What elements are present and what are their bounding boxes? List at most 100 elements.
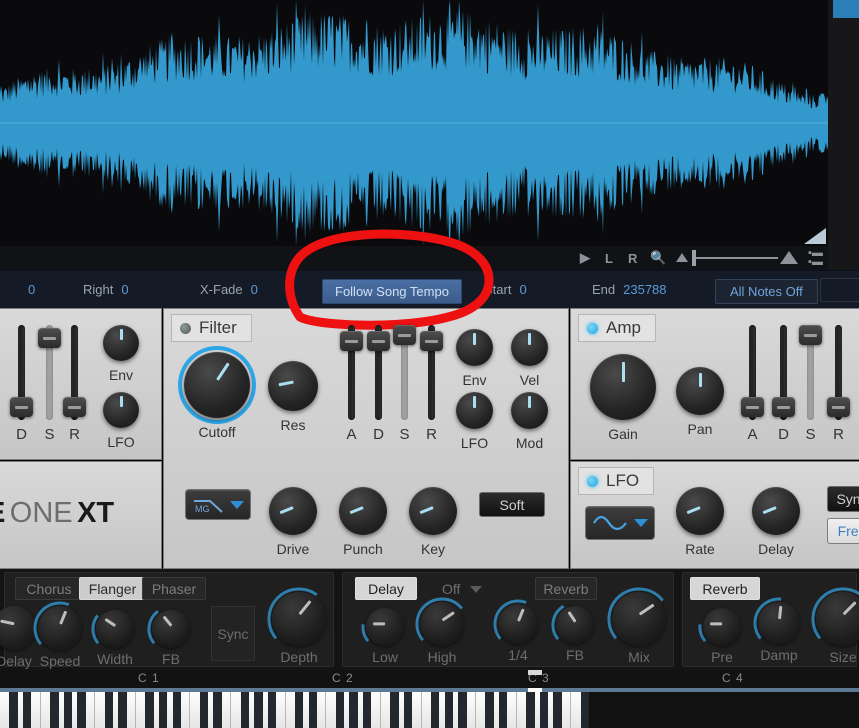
- play-icon[interactable]: ▶: [580, 250, 590, 266]
- delay-title[interactable]: Delay: [355, 577, 417, 600]
- black-key[interactable]: [267, 692, 277, 728]
- lfo-free-button[interactable]: Free: [827, 518, 859, 544]
- key-knob[interactable]: [409, 487, 457, 535]
- s-slider-handle[interactable]: [799, 325, 822, 345]
- magnifier-icon[interactable]: 🔍: [650, 250, 666, 266]
- zoom-slider-track[interactable]: [694, 257, 778, 259]
- black-key[interactable]: [390, 692, 399, 728]
- black-key[interactable]: [444, 692, 454, 728]
- phaser-tab[interactable]: Phaser: [142, 577, 206, 600]
- all-notes-off-button[interactable]: All Notes Off: [715, 279, 818, 304]
- black-key[interactable]: [526, 692, 535, 728]
- vel-knob[interactable]: [511, 329, 548, 366]
- black-key[interactable]: [22, 692, 32, 728]
- black-key[interactable]: [9, 692, 18, 728]
- waveform-fade-handle[interactable]: [804, 228, 826, 244]
- black-key[interactable]: [335, 692, 345, 728]
- black-key[interactable]: [553, 692, 562, 728]
- black-key[interactable]: [118, 692, 127, 728]
- delay-sync-mode-selector[interactable]: Off: [442, 581, 483, 597]
- modulation-sync-button[interactable]: Sync: [211, 606, 255, 661]
- r-slider-handle[interactable]: [827, 397, 850, 417]
- black-key[interactable]: [213, 692, 222, 728]
- chorus-tab[interactable]: Chorus: [15, 577, 83, 600]
- a-slider-handle[interactable]: [340, 331, 363, 351]
- 1-4-knob[interactable]: [498, 604, 538, 644]
- d-slider-handle[interactable]: [367, 331, 390, 351]
- damp-knob[interactable]: [758, 602, 800, 644]
- low-knob[interactable]: [366, 608, 404, 646]
- end-value[interactable]: 235788: [623, 282, 666, 297]
- black-key[interactable]: [539, 692, 549, 728]
- grid-icon[interactable]: ▪▬ ▪▬: [808, 248, 823, 268]
- black-key[interactable]: [294, 692, 304, 728]
- s-slider-handle[interactable]: [393, 325, 416, 345]
- width-knob[interactable]: [96, 610, 134, 648]
- start-value[interactable]: 0: [519, 282, 526, 297]
- black-key[interactable]: [145, 692, 154, 728]
- soft-button[interactable]: Soft: [479, 492, 545, 517]
- black-key[interactable]: [430, 692, 440, 728]
- lfo-wave-selector[interactable]: [585, 506, 655, 540]
- black-key[interactable]: [458, 692, 467, 728]
- res-knob[interactable]: [268, 361, 318, 411]
- lfo-led-icon[interactable]: [587, 475, 598, 487]
- black-key[interactable]: [308, 692, 318, 728]
- black-key[interactable]: [580, 692, 590, 728]
- mod-knob[interactable]: [511, 392, 548, 429]
- loop-left-marker-icon[interactable]: L: [605, 251, 613, 266]
- depth-knob[interactable]: [272, 592, 326, 646]
- mix-knob[interactable]: [612, 592, 666, 646]
- reverb-title[interactable]: Reverb: [690, 577, 760, 600]
- s-slider-handle[interactable]: [38, 328, 61, 348]
- black-key[interactable]: [158, 692, 168, 728]
- black-key[interactable]: [172, 692, 182, 728]
- drive-knob[interactable]: [269, 487, 317, 535]
- black-key[interactable]: [254, 692, 263, 728]
- amp-led-icon[interactable]: [587, 322, 598, 334]
- sample-waveform-display[interactable]: [0, 0, 828, 270]
- fb-knob[interactable]: [152, 610, 190, 648]
- black-key[interactable]: [50, 692, 59, 728]
- keyboard-keys[interactable]: [0, 692, 859, 728]
- punch-knob[interactable]: [339, 487, 387, 535]
- pan-knob[interactable]: [676, 367, 724, 415]
- xfade-value[interactable]: 0: [251, 282, 258, 297]
- flanger-tab[interactable]: Flanger: [79, 577, 146, 600]
- black-key[interactable]: [349, 692, 358, 728]
- fb-knob[interactable]: [556, 606, 594, 644]
- cutoff-knob[interactable]: [184, 352, 250, 418]
- r-slider-handle[interactable]: [63, 397, 86, 417]
- black-key[interactable]: [403, 692, 413, 728]
- rate-knob[interactable]: [676, 487, 724, 535]
- delay-knob[interactable]: [752, 487, 800, 535]
- right-value[interactable]: 0: [121, 282, 128, 297]
- env-knob[interactable]: [456, 329, 493, 366]
- d-slider-handle[interactable]: [772, 397, 795, 417]
- black-key[interactable]: [485, 692, 494, 728]
- loop-right-marker-icon[interactable]: R: [628, 251, 637, 266]
- black-key[interactable]: [498, 692, 508, 728]
- black-key[interactable]: [63, 692, 73, 728]
- virtual-keyboard[interactable]: C 1C 2C 3C 4: [0, 670, 859, 728]
- high-knob[interactable]: [420, 602, 464, 646]
- black-key[interactable]: [77, 692, 86, 728]
- top-right-tab[interactable]: [833, 0, 859, 18]
- lfo-sync-button[interactable]: Sync: [827, 486, 859, 512]
- black-key[interactable]: [362, 692, 372, 728]
- reverb-routing-button[interactable]: Reverb: [535, 577, 597, 600]
- env-knob[interactable]: [103, 325, 139, 361]
- black-key[interactable]: [104, 692, 114, 728]
- parambar-extra-button[interactable]: [820, 278, 859, 302]
- zoom-in-triangle-icon[interactable]: [780, 251, 798, 264]
- black-key[interactable]: [240, 692, 250, 728]
- speed-knob[interactable]: [38, 606, 82, 650]
- filter-led-icon[interactable]: [180, 322, 191, 334]
- black-key[interactable]: [199, 692, 209, 728]
- zoom-out-triangle-icon[interactable]: [676, 253, 688, 262]
- gain-knob[interactable]: [590, 354, 656, 420]
- follow-song-tempo-button[interactable]: Follow Song Tempo: [322, 279, 462, 304]
- lfo-knob[interactable]: [103, 392, 139, 428]
- a-slider-handle[interactable]: [741, 397, 764, 417]
- loop-value[interactable]: 0: [28, 282, 35, 297]
